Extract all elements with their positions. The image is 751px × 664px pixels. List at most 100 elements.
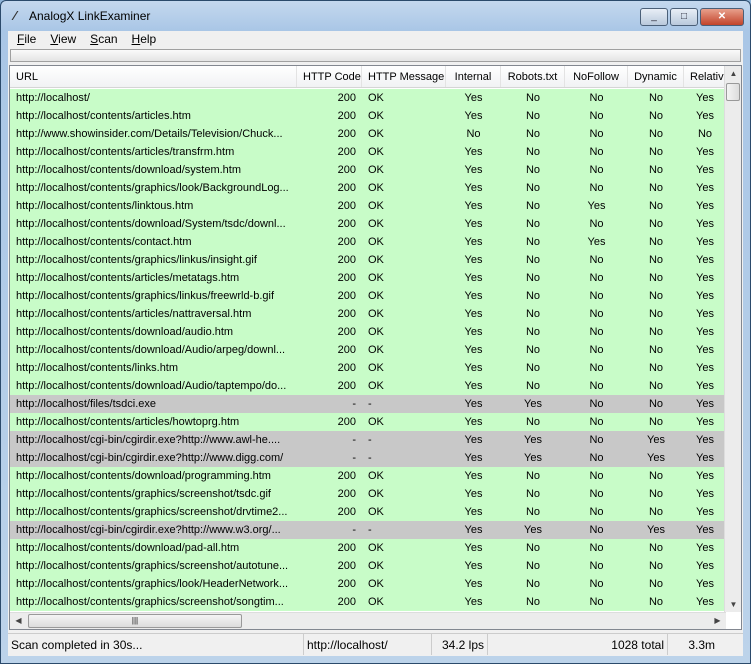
cell-nofollow: Yes: [587, 236, 606, 248]
table-row[interactable]: http://localhost/files/tsdci.exe - - Yes Yes…: [10, 395, 726, 413]
cell-nofollow: No: [589, 398, 604, 410]
vertical-scrollbar[interactable]: ▲ ▼: [724, 66, 741, 612]
cell-internal: Yes: [464, 416, 483, 428]
maximize-button[interactable]: □: [670, 8, 698, 26]
menu-file[interactable]: File: [10, 31, 43, 48]
horizontal-scroll-thumb[interactable]: |||: [28, 614, 242, 628]
table-row[interactable]: http://localhost/cgi-bin/cgirdir.exe?htt…: [10, 521, 726, 539]
cell-relative: Yes: [696, 560, 714, 572]
cell-internal: Yes: [464, 308, 483, 320]
cell-robots-txt: No: [525, 488, 541, 500]
table-row[interactable]: http://localhost/contents/download/syste…: [10, 161, 726, 179]
cell-nofollow: No: [589, 488, 604, 500]
cell-dynamic: No: [648, 596, 664, 608]
table-row[interactable]: http://localhost/cgi-bin/cgirdir.exe?htt…: [10, 449, 726, 467]
cell-nofollow: No: [589, 542, 604, 554]
column-header-robots-txt[interactable]: Robots.txt: [501, 66, 565, 87]
table-row[interactable]: http://localhost/contents/graphics/scree…: [10, 485, 726, 503]
cell-internal: Yes: [464, 200, 483, 212]
column-header-relative[interactable]: Relative: [684, 66, 726, 87]
menu-help[interactable]: Help: [125, 31, 164, 48]
cell-relative: Yes: [696, 326, 714, 338]
cell-dynamic: No: [648, 164, 664, 176]
cell-http-message: OK: [368, 560, 384, 572]
table-row[interactable]: http://localhost/cgi-bin/cgirdir.exe?htt…: [10, 431, 726, 449]
cell-url: http://localhost/contents/linktous.htm: [16, 200, 194, 212]
table-row[interactable]: http://localhost/contents/linktous.htm 20…: [10, 197, 726, 215]
table-row[interactable]: http://localhost/contents/download/Audio…: [10, 341, 726, 359]
cell-relative: Yes: [696, 290, 714, 302]
column-header-url[interactable]: URL: [10, 66, 297, 87]
table-row[interactable]: http://localhost/contents/download/audio…: [10, 323, 726, 341]
table-row[interactable]: http://localhost/contents/graphics/linku…: [10, 251, 726, 269]
cell-nofollow: No: [589, 146, 604, 158]
table-row[interactable]: http://localhost/contents/graphics/scree…: [10, 593, 726, 611]
table-row[interactable]: http://localhost/contents/graphics/linku…: [10, 287, 726, 305]
cell-http-code: 200: [337, 578, 356, 590]
cell-http-code: 200: [337, 362, 356, 374]
cell-robots-txt: No: [525, 254, 541, 266]
column-header-internal[interactable]: Internal: [446, 66, 501, 87]
table-row[interactable]: http://localhost/contents/graphics/look/…: [10, 575, 726, 593]
cell-dynamic: No: [648, 542, 664, 554]
column-header-http-message[interactable]: HTTP Message: [362, 66, 446, 87]
table-row[interactable]: http://localhost/contents/graphics/look/…: [10, 179, 726, 197]
cell-robots-txt: No: [525, 362, 541, 374]
cell-dynamic: No: [648, 416, 664, 428]
menu-view[interactable]: View: [43, 31, 83, 48]
cell-nofollow: No: [589, 254, 604, 266]
cell-url: http://localhost/contents/download/pad-a…: [16, 542, 240, 554]
table-row[interactable]: http://localhost/200 OK Yes No No No Yes: [10, 89, 726, 107]
table-row[interactable]: http://localhost/contents/contact.htm 200…: [10, 233, 726, 251]
scroll-right-icon[interactable]: ▶: [709, 616, 726, 625]
menu-scan[interactable]: Scan: [83, 31, 124, 48]
cell-relative: Yes: [696, 146, 714, 158]
table-row[interactable]: http://localhost/contents/articles.htm 20…: [10, 107, 726, 125]
cell-http-code: -: [352, 398, 356, 410]
table-row[interactable]: http://localhost/contents/download/Syste…: [10, 215, 726, 233]
table-row[interactable]: http://localhost/contents/articles/nattr…: [10, 305, 726, 323]
close-button[interactable]: ✕: [700, 8, 744, 26]
cell-url: http://localhost/cgi-bin/cgirdir.exe?htt…: [16, 524, 281, 536]
cell-http-code: 200: [337, 596, 356, 608]
cell-robots-txt: No: [525, 506, 541, 518]
cell-http-code: 200: [337, 254, 356, 266]
cell-dynamic: No: [648, 182, 664, 194]
scroll-down-icon[interactable]: ▼: [725, 600, 741, 609]
cell-relative: Yes: [696, 344, 714, 356]
minimize-button[interactable]: _: [640, 8, 668, 26]
table-row[interactable]: http://www.showinsider.com/Details/Telev…: [10, 125, 726, 143]
table-row[interactable]: http://localhost/contents/articles/trans…: [10, 143, 726, 161]
cell-http-message: OK: [368, 542, 384, 554]
cell-internal: Yes: [464, 290, 483, 302]
app-window: ⁄ AnalogX LinkExaminer _ □ ✕ File View S…: [0, 0, 751, 664]
scroll-up-icon[interactable]: ▲: [725, 69, 741, 78]
cell-internal: Yes: [464, 362, 483, 374]
horizontal-scrollbar[interactable]: ◀ ||| ▶: [10, 612, 726, 629]
table-row[interactable]: http://localhost/contents/articles/metat…: [10, 269, 726, 287]
cell-internal: Yes: [464, 524, 483, 536]
cell-url: http://www.showinsider.com/Details/Telev…: [16, 128, 283, 140]
column-header-http-code[interactable]: HTTP Code: [297, 66, 362, 87]
table-row[interactable]: http://localhost/contents/graphics/scree…: [10, 557, 726, 575]
table-row[interactable]: http://localhost/contents/articles/howto…: [10, 413, 726, 431]
cell-nofollow: No: [589, 182, 604, 194]
cell-nofollow: No: [589, 92, 604, 104]
cell-http-message: -: [368, 452, 372, 464]
column-header-dynamic[interactable]: Dynamic: [628, 66, 684, 87]
cell-robots-txt: No: [525, 182, 541, 194]
column-header-nofollow[interactable]: NoFollow: [565, 66, 628, 87]
table-row[interactable]: http://localhost/contents/download/pad-a…: [10, 539, 726, 557]
cell-http-message: OK: [368, 236, 384, 248]
cell-relative: Yes: [696, 308, 714, 320]
cell-robots-txt: No: [525, 110, 541, 122]
table-row[interactable]: http://localhost/contents/graphics/scree…: [10, 503, 726, 521]
table-row[interactable]: http://localhost/contents/download/progr…: [10, 467, 726, 485]
cell-http-message: OK: [368, 488, 384, 500]
list-rows: http://localhost/200 OK Yes No No No Yes http:/…: [10, 89, 726, 611]
table-row[interactable]: http://localhost/contents/download/Audio…: [10, 377, 726, 395]
cell-url: http://localhost/: [16, 92, 90, 104]
vertical-scroll-thumb[interactable]: [726, 83, 740, 101]
scroll-left-icon[interactable]: ◀: [10, 616, 27, 625]
table-row[interactable]: http://localhost/contents/links.htm 200 OK…: [10, 359, 726, 377]
